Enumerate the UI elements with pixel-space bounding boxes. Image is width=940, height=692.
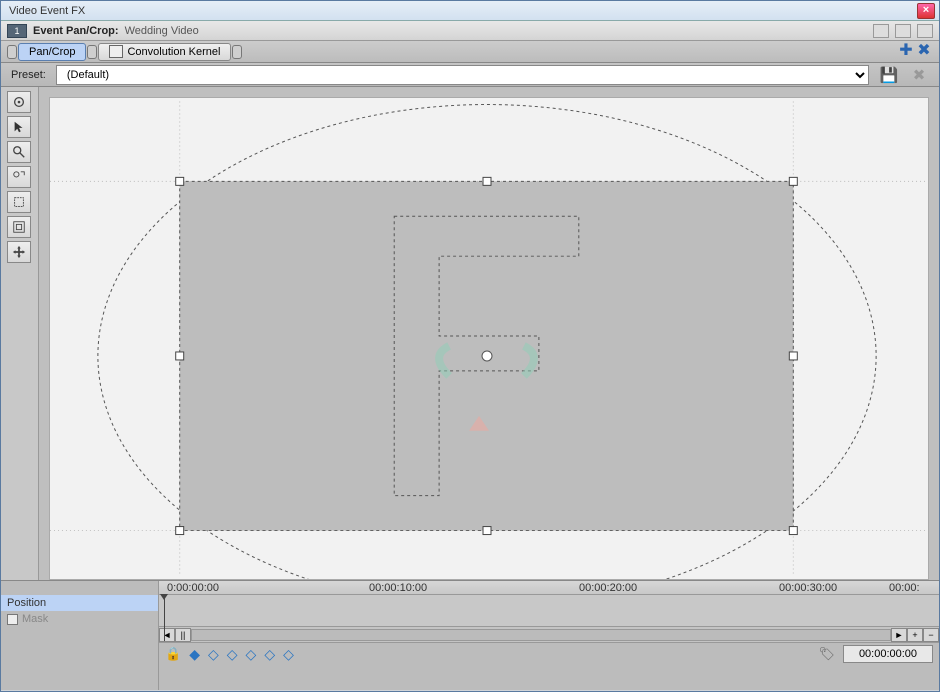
remove-effect-icon[interactable]: ✖: [915, 43, 933, 61]
track-position[interactable]: Position: [1, 595, 158, 611]
scroll-thumb[interactable]: ||: [175, 628, 191, 642]
delete-preset-icon[interactable]: ✖: [909, 66, 929, 84]
window-title: Video Event FX: [5, 5, 917, 17]
tab-label: Convolution Kernel: [127, 46, 220, 58]
timeline-tracks[interactable]: [159, 595, 939, 627]
preset-label: Preset:: [11, 69, 46, 81]
chain-start-icon: [7, 45, 17, 59]
keyframe-extra-button[interactable]: ◇: [283, 646, 294, 663]
header-bar: 1 Event Pan/Crop: Wedding Video: [1, 21, 939, 41]
timeline: Position Mask 0:00:00:00 00:00:10:00 00:…: [1, 580, 939, 690]
tool-column: [1, 87, 39, 580]
zoom-in-button[interactable]: +: [907, 628, 923, 642]
view-mode-2-icon[interactable]: [895, 24, 911, 38]
time-ruler[interactable]: 0:00:00:00 00:00:10:00 00:00:20:00 00:00…: [159, 581, 939, 595]
scroll-track[interactable]: [191, 629, 891, 641]
mask-checkbox[interactable]: [7, 614, 18, 625]
preset-select[interactable]: (Default): [56, 65, 869, 85]
move-tool[interactable]: [7, 241, 31, 263]
header-label: Event Pan/Crop:: [33, 25, 119, 37]
chain-link-icon: [87, 45, 97, 59]
preset-row: Preset: (Default) 💾 ✖: [1, 63, 939, 87]
add-effect-icon[interactable]: ✚: [897, 43, 915, 61]
track-mask[interactable]: Mask: [1, 611, 158, 627]
region-tool[interactable]: [7, 191, 31, 213]
save-preset-icon[interactable]: 💾: [879, 66, 899, 84]
timeline-tracks-list: Position Mask: [1, 581, 159, 690]
timeline-right: 0:00:00:00 00:00:10:00 00:00:20:00 00:00…: [159, 581, 939, 690]
timeline-scrollbar[interactable]: ◄ || ► + −: [159, 627, 939, 643]
next-keyframe-button[interactable]: ◇: [246, 646, 257, 663]
tag-icon[interactable]: 🏷: [818, 646, 835, 662]
settings-tool[interactable]: [7, 91, 31, 113]
preview-canvas[interactable]: [49, 97, 929, 580]
prev-keyframe-button[interactable]: ◇: [208, 646, 219, 663]
last-keyframe-button[interactable]: ◇: [264, 646, 275, 663]
canvas-wrap: [39, 87, 939, 580]
add-keyframe-button[interactable]: ◇: [227, 646, 238, 663]
scroll-left-button[interactable]: ◄: [159, 628, 175, 642]
sync-lock-icon[interactable]: 🔒: [165, 646, 181, 662]
titlebar: Video Event FX ×: [1, 1, 939, 21]
fit-tool[interactable]: [7, 216, 31, 238]
playhead[interactable]: [164, 595, 165, 641]
first-keyframe-button[interactable]: ◆: [189, 646, 200, 663]
pointer-tool[interactable]: [7, 116, 31, 138]
zoom-tool[interactable]: [7, 141, 31, 163]
view-mode-1-icon[interactable]: [873, 24, 889, 38]
event-badge[interactable]: 1: [7, 24, 27, 38]
tab-convolution-kernel[interactable]: Convolution Kernel: [98, 43, 231, 61]
scroll-right-button[interactable]: ►: [891, 628, 907, 642]
zoom-edit-tool[interactable]: [7, 166, 31, 188]
header-subject: Wedding Video: [125, 25, 199, 37]
view-mode-3-icon[interactable]: [917, 24, 933, 38]
effect-enabled-icon[interactable]: [109, 45, 123, 58]
chain-end-icon: [232, 45, 242, 59]
close-button[interactable]: ×: [917, 3, 935, 19]
tab-label: Pan/Crop: [29, 46, 75, 58]
zoom-out-button[interactable]: −: [923, 628, 939, 642]
keyframe-row: 🔒 ◆ ◇ ◇ ◇ ◇ ◇ 🏷 00:00:00:00: [159, 643, 939, 665]
effect-chain-row: Pan/Crop Convolution Kernel ✚ ✖: [1, 41, 939, 63]
timecode-display[interactable]: 00:00:00:00: [843, 645, 933, 663]
window: Video Event FX × 1 Event Pan/Crop: Weddi…: [0, 0, 940, 692]
tab-pan-crop[interactable]: Pan/Crop: [18, 43, 86, 61]
main-area: [1, 87, 939, 580]
